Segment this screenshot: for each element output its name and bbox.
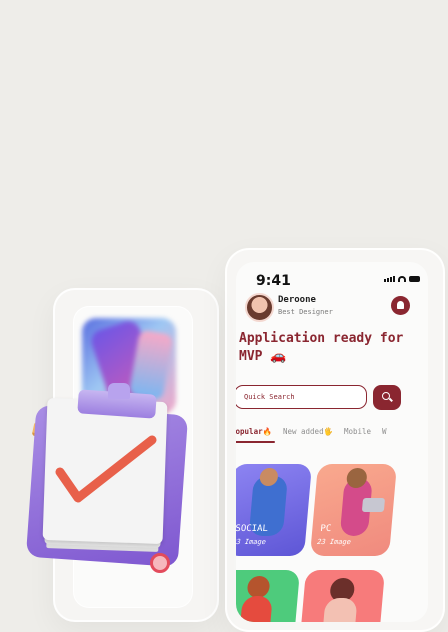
checkmark-icon [55,435,157,503]
card-title: PC [319,524,332,534]
wifi-icon [398,276,406,282]
battery-icon [409,276,420,282]
category-tabs: Popular🔥 New added🖐 Mobile W [236,427,387,436]
avatar[interactable] [245,293,274,322]
showcase-scene: 9:41 Deroone Best Designer Application r… [0,0,448,632]
card-count: 23 Image [236,538,267,546]
tab-popular[interactable]: Popular🔥 [236,427,272,436]
category-card-red[interactable] [297,570,386,622]
page-title: Application ready for MVP 🚗 [239,331,404,364]
search-input[interactable]: Quick Search [236,385,367,409]
status-icons [384,276,420,282]
laptop-icon [361,498,386,512]
card-title: SOCIAL [236,524,269,534]
category-card-social[interactable]: SOCIAL 23 Image [236,464,313,556]
clipboard-knob-illustration [108,383,130,399]
category-card-pc[interactable]: PC 23 Image [309,464,398,556]
user-name: Deroone [278,295,316,305]
ring-decoration-icon [150,553,170,573]
tab-new-added[interactable]: New added🖐 [283,427,333,436]
card-count: 23 Image [316,538,352,546]
phone-screen: 9:41 Deroone Best Designer Application r… [236,262,428,622]
person-illustration [246,576,271,598]
active-tab-indicator [236,441,275,443]
status-time: 9:41 [256,273,291,289]
tab-more[interactable]: W [382,427,387,436]
notification-bell-icon[interactable] [391,296,410,315]
signal-icon [384,276,395,282]
tab-mobile[interactable]: Mobile [344,427,371,436]
search-button[interactable] [373,385,401,410]
category-card-green[interactable] [236,570,301,622]
user-role: Best Designer [278,308,333,316]
